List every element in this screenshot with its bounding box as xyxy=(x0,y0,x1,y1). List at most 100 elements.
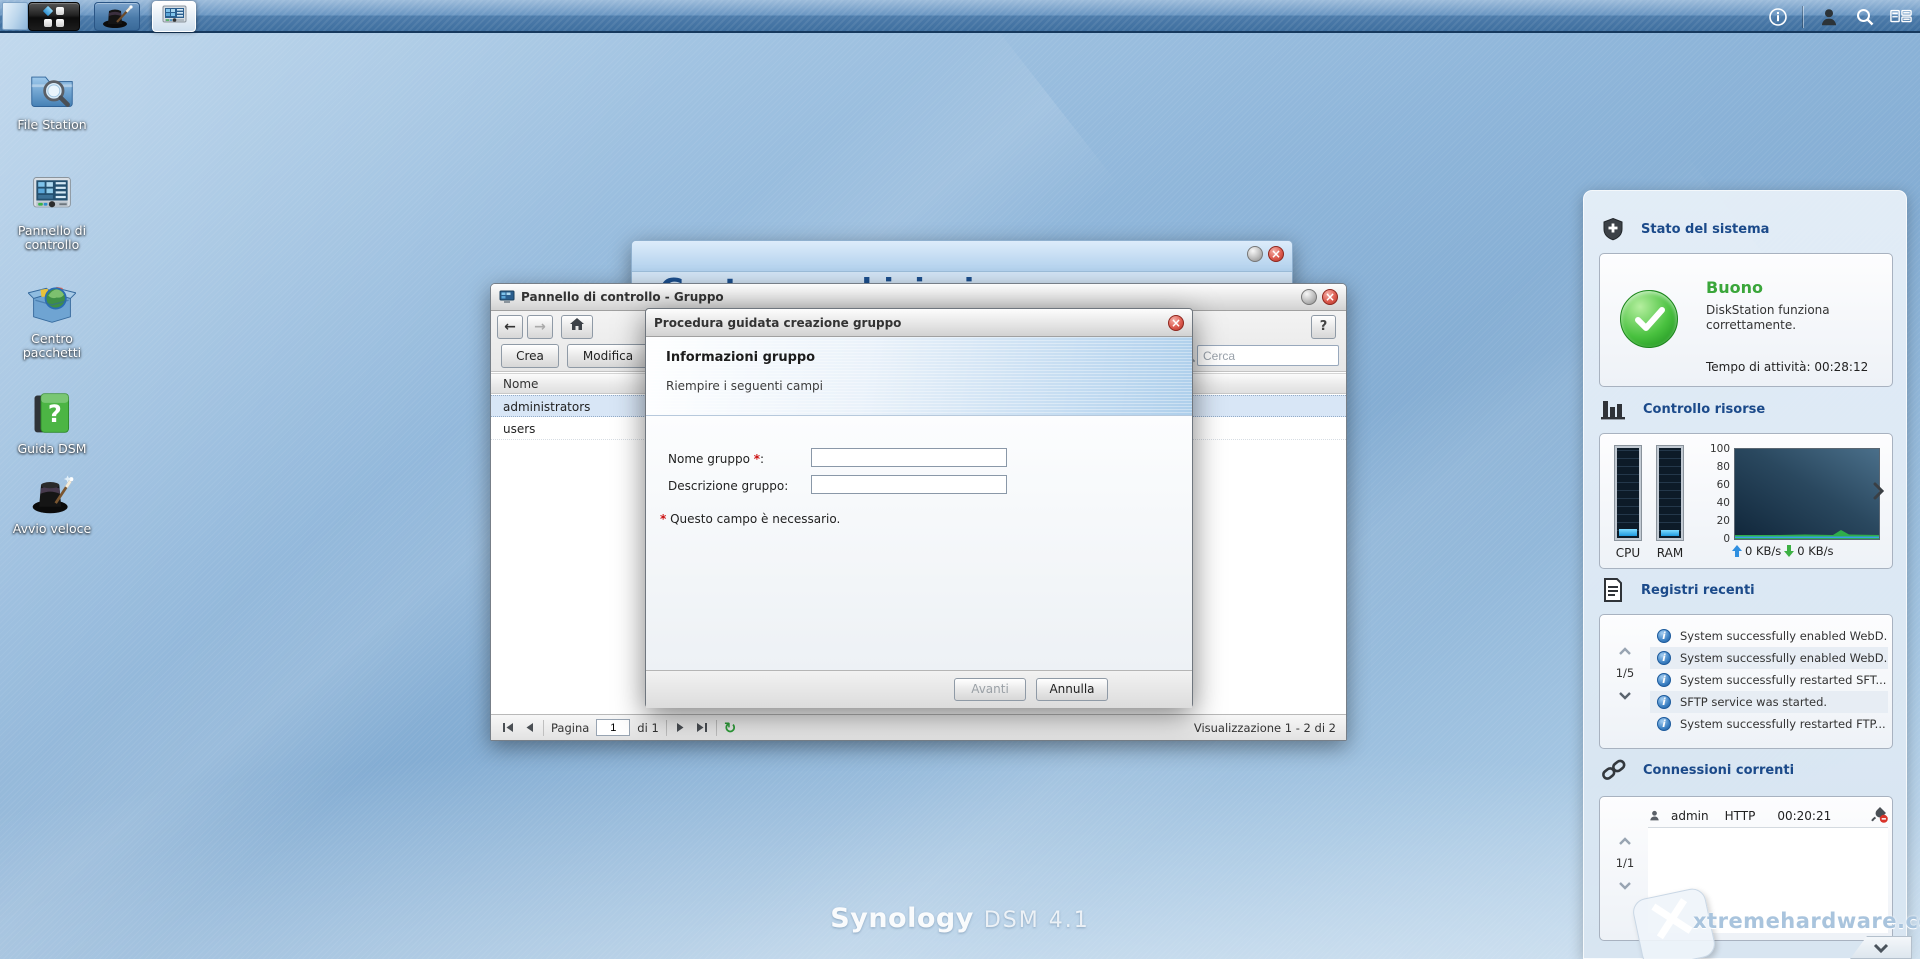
y-tick: 60 xyxy=(1704,479,1730,491)
last-page-button[interactable] xyxy=(695,722,709,734)
desktop-icon-control-panel[interactable]: Pannello di controllo xyxy=(5,172,99,252)
next-page-button[interactable] xyxy=(674,722,688,734)
pilot-view-icon[interactable] xyxy=(1890,6,1912,28)
home-icon xyxy=(569,317,585,331)
desktop-icon-label: Avvio veloce xyxy=(5,522,99,536)
log-entry: iSFTP service was started. xyxy=(1650,691,1888,713)
group-name-input[interactable] xyxy=(811,448,1007,467)
top-hat-icon xyxy=(95,3,139,30)
refresh-button[interactable] xyxy=(724,721,737,735)
log-entry: iSystem successfully enabled WebD... xyxy=(1650,625,1888,647)
system-status-card: Buono DiskStation funziona correttamente… xyxy=(1599,253,1893,387)
search-input[interactable] xyxy=(1197,345,1339,366)
download-speed: 0 KB/s xyxy=(1797,544,1833,558)
scroll-down-button[interactable] xyxy=(1618,876,1632,895)
desktop-icon-file-station[interactable]: File Station xyxy=(5,66,99,132)
chevron-down-icon xyxy=(1873,943,1889,953)
search-icon[interactable] xyxy=(1854,6,1876,28)
window-title: Pannello di controllo - Gruppo xyxy=(521,290,724,304)
desktop-icon-dsm-help[interactable]: ? Guida DSM xyxy=(5,390,99,456)
wizard-body: Nome gruppo *: Descrizione gruppo: * Que… xyxy=(646,416,1192,670)
y-tick: 100 xyxy=(1704,443,1730,455)
help-button[interactable] xyxy=(1311,315,1336,339)
page-of-label: di 1 xyxy=(637,721,658,735)
svg-text:?: ? xyxy=(48,400,62,428)
upload-speed: 0 KB/s xyxy=(1745,544,1781,558)
disconnect-icon[interactable] xyxy=(1870,805,1888,826)
y-tick: 40 xyxy=(1704,497,1730,509)
file-station-icon xyxy=(28,66,76,112)
desktop-icon-package-center[interactable]: Centro pacchetti xyxy=(5,280,99,360)
create-button[interactable]: Crea xyxy=(501,344,559,368)
prev-page-button[interactable] xyxy=(522,722,536,734)
scroll-up-button[interactable] xyxy=(1618,641,1632,660)
forward-button[interactable]: → xyxy=(527,315,553,339)
connection-protocol: HTTP xyxy=(1725,809,1756,823)
quick-start-hat-icon xyxy=(28,470,76,516)
quick-launch-button[interactable] xyxy=(94,2,140,31)
control-panel-mini-icon xyxy=(153,2,195,31)
resource-details-arrow[interactable] xyxy=(1872,482,1884,504)
scroll-up-button[interactable] xyxy=(1618,831,1632,850)
show-desktop-button[interactable] xyxy=(2,2,28,30)
app-grid-icon xyxy=(44,7,64,27)
connections-list-area xyxy=(1648,827,1888,933)
log-entry: iSystem successfully restarted SFT... xyxy=(1650,669,1888,691)
network-graph xyxy=(1734,448,1880,540)
user-menu-button[interactable] xyxy=(1818,6,1840,28)
minimize-button[interactable] xyxy=(1247,246,1263,262)
close-button[interactable] xyxy=(1168,315,1184,331)
taskbar-separator xyxy=(1803,6,1804,28)
modify-button[interactable]: Modifica xyxy=(567,344,649,368)
y-tick: 80 xyxy=(1704,461,1730,473)
taskbar xyxy=(0,0,1920,33)
network-speed: 0 KB/s 0 KB/s xyxy=(1732,544,1834,558)
link-icon xyxy=(1601,757,1627,783)
resource-monitor-section-header: Controllo risorse xyxy=(1601,397,1765,421)
connection-user: admin xyxy=(1671,809,1709,823)
close-button[interactable] xyxy=(1322,289,1338,305)
section-title: Stato del sistema xyxy=(1641,222,1769,237)
y-tick: 20 xyxy=(1704,515,1730,527)
dsm-help-icon: ? xyxy=(28,390,76,436)
close-button[interactable] xyxy=(1268,246,1284,262)
info-log-icon: i xyxy=(1657,629,1671,643)
info-log-icon: i xyxy=(1657,673,1671,687)
main-menu-button[interactable] xyxy=(28,2,80,31)
log-entry: iSystem successfully enabled WebD... xyxy=(1650,647,1888,669)
scroll-down-button[interactable] xyxy=(1618,686,1632,705)
logs-pager: 1/5 xyxy=(1608,641,1642,705)
package-center-icon xyxy=(28,280,76,326)
cpu-label: CPU xyxy=(1613,546,1643,560)
dsm-version: DSM 4.1 xyxy=(984,908,1090,933)
window-icon xyxy=(499,290,515,304)
minimize-button[interactable] xyxy=(1301,289,1317,305)
recent-logs-section-header: Registri recenti xyxy=(1601,577,1755,603)
group-description-input[interactable] xyxy=(811,475,1007,494)
connection-time: 00:20:21 xyxy=(1777,809,1831,823)
system-widget-panel: Stato del sistema Buono DiskStation funz… xyxy=(1583,190,1907,959)
desktop-icon-label: File Station xyxy=(5,118,99,132)
wizard-titlebar: Procedura guidata creazione gruppo xyxy=(646,309,1192,337)
connections-section-header: Connessioni correnti xyxy=(1601,757,1794,783)
section-title: Registri recenti xyxy=(1641,583,1755,598)
ram-label: RAM xyxy=(1655,546,1685,560)
cancel-button[interactable]: Annulla xyxy=(1036,678,1108,701)
first-page-button[interactable] xyxy=(501,722,515,734)
recent-logs-card: 1/5 iSystem successfully enabled WebD...… xyxy=(1599,614,1893,749)
page-label: Pagina xyxy=(551,721,589,735)
taskbar-task-control-panel[interactable] xyxy=(152,1,196,32)
page-input[interactable] xyxy=(596,719,630,736)
ram-meter xyxy=(1657,446,1683,540)
system-status-section-header: Stato del sistema xyxy=(1601,217,1769,241)
home-button[interactable] xyxy=(561,315,593,339)
connections-card: 1/1 admin HTTP 00:20:21 xyxy=(1599,796,1893,941)
desktop-icon-label: Pannello di controllo xyxy=(5,224,99,252)
connection-row: admin HTTP 00:20:21 xyxy=(1648,805,1888,826)
desktop-icon-quick-start[interactable]: Avvio veloce xyxy=(5,470,99,536)
back-button[interactable]: ← xyxy=(497,315,523,339)
next-button[interactable]: Avanti xyxy=(954,678,1026,701)
info-icon[interactable] xyxy=(1767,6,1789,28)
wizard-footer: Avanti Annulla xyxy=(646,670,1192,708)
desktop-icon-label: Guida DSM xyxy=(5,442,99,456)
